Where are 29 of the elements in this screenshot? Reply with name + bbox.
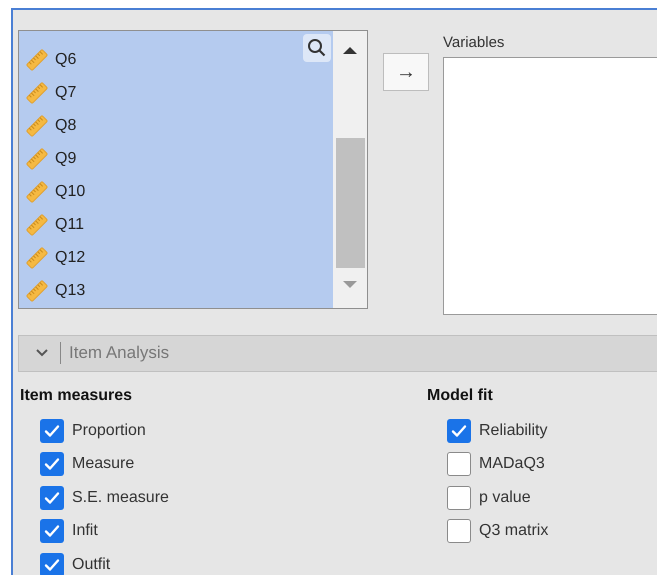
group-heading: Model fit: [427, 386, 494, 406]
option-label: Measure: [72, 454, 134, 474]
option-label: Infit: [72, 521, 98, 541]
section-title: Item Analysis: [69, 342, 170, 364]
move-button[interactable]: →: [383, 53, 429, 91]
search-button[interactable]: [303, 34, 331, 62]
scrollbar[interactable]: [333, 31, 367, 308]
up-arrow-icon: [342, 45, 358, 55]
option-label: Outfit: [72, 554, 110, 574]
checkbox[interactable]: [447, 418, 471, 442]
option-label: S.E. measure: [72, 488, 169, 508]
down-arrow-icon: [342, 280, 358, 290]
group-heading: Item measures: [20, 386, 134, 406]
option-label: Reliability: [479, 420, 548, 440]
option-label: Q3 matrix: [479, 521, 548, 541]
checkbox[interactable]: [447, 519, 471, 543]
chevron-icon: [35, 348, 49, 358]
variables-label: Variables: [443, 33, 506, 53]
option-label: p value: [479, 488, 531, 508]
search-icon: [307, 38, 327, 58]
checkbox[interactable]: [40, 486, 64, 510]
checkbox[interactable]: [40, 418, 64, 442]
checkbox[interactable]: [447, 452, 471, 476]
option-label: MADaQ3: [479, 454, 545, 474]
checkbox[interactable]: [40, 552, 64, 575]
checkbox[interactable]: [447, 486, 471, 510]
checkbox[interactable]: [40, 519, 64, 543]
checkbox[interactable]: [40, 452, 64, 476]
option-label: Proportion: [72, 420, 146, 440]
